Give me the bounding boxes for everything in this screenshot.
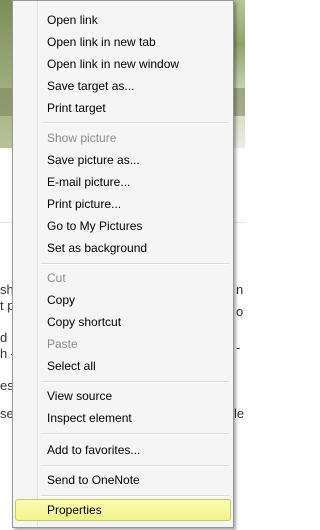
menu-separator — [41, 381, 229, 383]
menu-item-print-target[interactable]: Print target — [15, 97, 231, 119]
menu-item-save-picture-as[interactable]: Save picture as... — [15, 149, 231, 171]
context-menu: Open link Open link in new tab Open link… — [12, 0, 234, 528]
menu-item-open-link-new-tab[interactable]: Open link in new tab — [15, 31, 231, 53]
menu-item-send-to-onenote[interactable]: Send to OneNote — [15, 469, 231, 491]
background-text-fragment: le — [234, 406, 245, 421]
menu-item-print-picture[interactable]: Print picture... — [15, 193, 231, 215]
menu-item-select-all[interactable]: Select all — [15, 355, 231, 377]
menu-item-email-picture[interactable]: E-mail picture... — [15, 171, 231, 193]
menu-item-add-to-favorites[interactable]: Add to favorites... — [15, 439, 231, 461]
menu-item-open-link[interactable]: Open link — [15, 9, 231, 31]
menu-item-set-as-background[interactable]: Set as background — [15, 237, 231, 259]
menu-item-cut: Cut — [47, 271, 66, 285]
background-text-fragment: - — [236, 340, 241, 355]
menu-item-inspect-element[interactable]: Inspect element — [15, 407, 231, 429]
background-text-fragment: d — [0, 330, 8, 345]
menu-item-show-picture: Show picture — [47, 131, 117, 145]
menu-item-copy[interactable]: Copy — [15, 289, 231, 311]
menu-item-go-to-my-pictures[interactable]: Go to My Pictures — [15, 215, 231, 237]
menu-separator — [41, 495, 229, 497]
menu-separator — [41, 433, 229, 435]
menu-item-save-target-as[interactable]: Save target as... — [15, 75, 231, 97]
menu-item-paste: Paste — [47, 337, 78, 351]
menu-separator — [41, 263, 229, 265]
menu-separator — [41, 465, 229, 467]
background-text-fragment: o — [236, 304, 244, 319]
menu-item-view-source[interactable]: View source — [15, 385, 231, 407]
menu-item-open-link-new-window[interactable]: Open link in new window — [15, 53, 231, 75]
menu-item-copy-shortcut[interactable]: Copy shortcut — [15, 311, 231, 333]
menu-separator — [41, 122, 229, 124]
background-text-fragment: n — [236, 282, 244, 297]
menu-item-properties[interactable]: Properties — [15, 499, 231, 521]
